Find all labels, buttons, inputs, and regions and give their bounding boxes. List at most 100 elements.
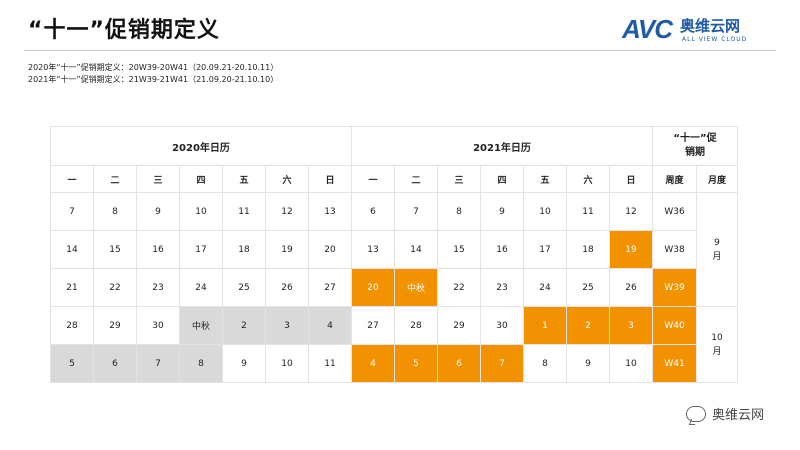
day-2020: 9 <box>136 192 180 231</box>
column-week: 周度 <box>652 165 697 193</box>
month-number: 10 <box>711 332 723 343</box>
weekday-2021-sun: 日 <box>609 165 653 193</box>
day-2020: 25 <box>222 268 266 307</box>
day-2021: 11 <box>566 192 610 231</box>
day-2020-promo: 8 <box>179 344 223 383</box>
day-2021: 14 <box>394 230 438 269</box>
week-cell-promo: W41 <box>652 344 697 383</box>
day-2020: 27 <box>308 268 352 307</box>
weekday-2021-tue: 二 <box>394 165 438 193</box>
day-2020: 20 <box>308 230 352 269</box>
day-2021: 16 <box>480 230 524 269</box>
day-2020: 19 <box>265 230 309 269</box>
day-2020: 11 <box>222 192 266 231</box>
header-promo-label: “十一”促销期 <box>673 133 717 158</box>
week-cell-promo: W40 <box>652 306 697 345</box>
wechat-chat-icon <box>685 405 706 422</box>
week-cell-promo: W39 <box>652 268 697 307</box>
day-2021: 30 <box>480 306 524 345</box>
month-cell-10: 10 月 <box>696 306 738 383</box>
day-2021: 28 <box>394 306 438 345</box>
calendar-row: 21 22 23 24 25 26 27 20 中秋 22 23 24 25 2… <box>50 268 738 307</box>
watermark: 奥维云网 <box>685 404 764 423</box>
day-2021: 8 <box>523 344 567 383</box>
definition-lines: 2020年“十一”促销期定义：20W39-20W41（20.09.21-20.1… <box>28 62 278 86</box>
day-2021: 10 <box>609 344 653 383</box>
weekday-2020-wed: 三 <box>136 165 180 193</box>
weekday-2020-tue: 二 <box>93 165 137 193</box>
day-2021: 24 <box>523 268 567 307</box>
day-2021-promo: 中秋 <box>394 268 438 307</box>
day-2021-promo: 20 <box>351 268 395 307</box>
day-2020-promo: 3 <box>265 306 309 345</box>
day-2021-promo: 19 <box>609 230 653 269</box>
header-promo: “十一”促销期 <box>652 126 738 166</box>
day-2020: 10 <box>179 192 223 231</box>
title-divider <box>24 50 776 51</box>
day-2020-promo: 4 <box>308 306 352 345</box>
day-2020: 12 <box>265 192 309 231</box>
day-2021: 26 <box>609 268 653 307</box>
day-2021-promo: 1 <box>523 306 567 345</box>
definition-2021: 2021年“十一”促销期定义：21W39-21W41（21.09.20-21.1… <box>28 75 279 84</box>
day-2020: 14 <box>50 230 94 269</box>
day-2020: 18 <box>222 230 266 269</box>
month-number: 9 <box>714 237 720 248</box>
weekday-2021-mon: 一 <box>351 165 395 193</box>
day-2020: 11 <box>308 344 352 383</box>
day-2021: 25 <box>566 268 610 307</box>
page-title: “十一”促销期定义 <box>28 18 220 43</box>
day-2021: 27 <box>351 306 395 345</box>
day-2020: 26 <box>265 268 309 307</box>
day-2020: 29 <box>93 306 137 345</box>
day-2020: 24 <box>179 268 223 307</box>
header-2020: 2020年日历 <box>50 126 352 166</box>
day-2021: 29 <box>437 306 481 345</box>
column-month: 月度 <box>696 165 738 193</box>
day-2021: 12 <box>609 192 653 231</box>
weekday-2021-fri: 五 <box>523 165 567 193</box>
day-2021: 18 <box>566 230 610 269</box>
calendar-row: 14 15 16 17 18 19 20 13 14 15 16 17 18 1… <box>50 230 738 269</box>
month-cell-9: 9 月 <box>696 192 738 307</box>
watermark-text: 奥维云网 <box>711 408 764 423</box>
month-unit: 月 <box>712 251 722 262</box>
day-2020: 22 <box>93 268 137 307</box>
day-2020: 21 <box>50 268 94 307</box>
day-2020: 16 <box>136 230 180 269</box>
day-2021-promo: 3 <box>609 306 653 345</box>
day-2020-promo: 6 <box>93 344 137 383</box>
weekday-2020-sun: 日 <box>308 165 352 193</box>
day-2020-promo: 中秋 <box>179 306 223 345</box>
day-2021-promo: 2 <box>566 306 610 345</box>
day-2021: 17 <box>523 230 567 269</box>
day-2020: 15 <box>93 230 137 269</box>
day-2021-promo: 5 <box>394 344 438 383</box>
day-2020-promo: 7 <box>136 344 180 383</box>
day-2021: 7 <box>394 192 438 231</box>
avc-logo: AVC 奥维云网 ALL VIEW CLOUD <box>622 14 772 44</box>
day-2021: 9 <box>566 344 610 383</box>
day-2020: 9 <box>222 344 266 383</box>
day-2021: 15 <box>437 230 481 269</box>
day-2021-promo: 4 <box>351 344 395 383</box>
logo-mark: AVC <box>622 14 673 44</box>
day-2021: 22 <box>437 268 481 307</box>
weekday-2021-thu: 四 <box>480 165 524 193</box>
logo-cn: 奥维云网 <box>680 17 741 35</box>
day-2021: 10 <box>523 192 567 231</box>
weekday-2020-sat: 六 <box>265 165 309 193</box>
calendar-row: 5 6 7 8 9 10 11 4 5 6 7 8 9 10 W41 <box>50 344 738 383</box>
day-2021: 9 <box>480 192 524 231</box>
week-cell: W38 <box>652 230 697 269</box>
day-2020: 13 <box>308 192 352 231</box>
day-2021: 8 <box>437 192 481 231</box>
day-2020-promo: 5 <box>50 344 94 383</box>
calendar-row: 7 8 9 10 11 12 13 6 7 8 9 10 11 12 W36 9… <box>50 192 738 307</box>
day-2020-promo: 2 <box>222 306 266 345</box>
definition-2020: 2020年“十一”促销期定义：20W39-20W41（20.09.21-20.1… <box>28 63 279 72</box>
logo-en: ALL VIEW CLOUD <box>682 36 748 43</box>
day-2020: 28 <box>50 306 94 345</box>
day-2021: 23 <box>480 268 524 307</box>
weekday-2020-mon: 一 <box>50 165 94 193</box>
